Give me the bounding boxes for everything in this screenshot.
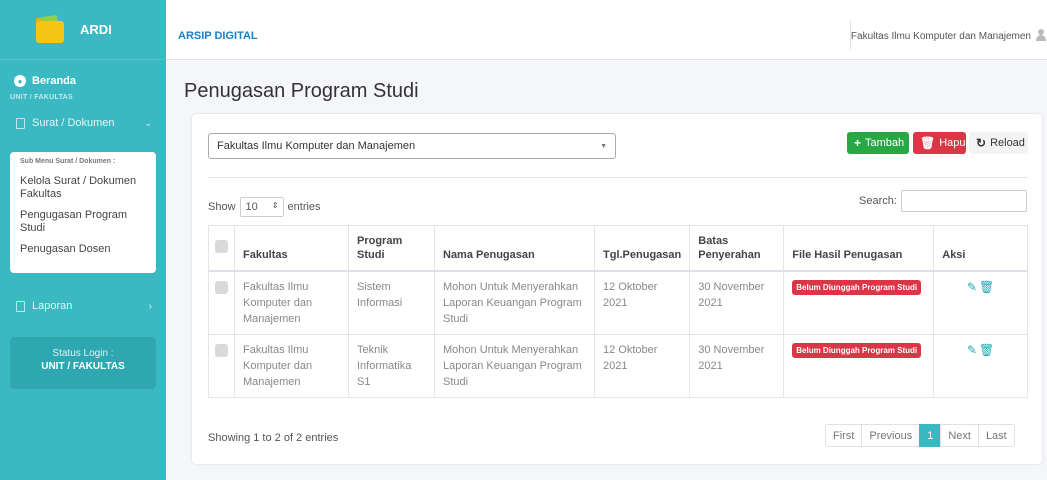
plus-icon: + xyxy=(854,136,862,150)
cell-aksi: ✎ 🗑 xyxy=(933,334,1028,398)
hapus-label: Hapus xyxy=(939,137,972,149)
hapus-button[interactable]: 🗑 Hapus xyxy=(913,132,971,154)
cell-tgl: 12 Oktober 2021 xyxy=(594,271,691,335)
row-select-cell[interactable] xyxy=(208,271,235,335)
document-icon xyxy=(14,117,26,129)
cell-fakultas: Fakultas Ilmu Komputer dan Manajemen xyxy=(234,271,349,335)
divider xyxy=(208,177,1028,178)
status-badge: Belum Diunggah Program Studi xyxy=(792,343,922,358)
dashboard-icon: ● xyxy=(14,75,26,87)
sidebar-section-label: UNIT / FAKULTAS xyxy=(10,94,73,101)
length-select[interactable]: 10 ⇕ xyxy=(239,197,284,217)
table-header-row: Fakultas Program Studi Nama Penugasan Tg… xyxy=(208,225,1028,272)
submenu-title: Sub Menu Surat / Dokumen : xyxy=(20,158,116,165)
table-row: Fakultas Ilmu Komputer dan Manajemen Tek… xyxy=(208,334,1028,398)
submenu-item-kelola-surat[interactable]: Kelola Surat / Dokumen Fakultas xyxy=(10,171,156,205)
column-header[interactable]: Nama Penugasan xyxy=(434,225,595,272)
pagination-page-1[interactable]: 1 xyxy=(919,424,942,447)
sidebar-item-label: Surat / Dokumen xyxy=(32,117,115,129)
sort-arrows-icon: ⇕ xyxy=(271,201,279,210)
page-title: Penugasan Program Studi xyxy=(184,80,419,102)
column-header[interactable]: File Hasil Penugasan xyxy=(783,225,935,272)
status-value: UNIT / FAKULTAS xyxy=(41,361,125,372)
topbar: ARSIP DIGITAL Fakultas Ilmu Komputer dan… xyxy=(166,0,1047,60)
brand[interactable]: ARDI xyxy=(0,0,166,60)
entries-label: entries xyxy=(287,201,321,213)
app-title: ARSIP DIGITAL xyxy=(178,30,258,42)
select-all-header[interactable] xyxy=(208,225,235,272)
cell-prodi: Sistem Informasi xyxy=(348,271,435,335)
search-input[interactable] xyxy=(900,190,1027,212)
edit-icon[interactable]: ✎ xyxy=(967,342,977,358)
document-icon xyxy=(14,300,26,312)
show-label: Show xyxy=(208,201,236,213)
fakultas-select-value: Fakultas Ilmu Komputer dan Manajemen xyxy=(217,140,416,152)
sidebar-item-surat-dokumen[interactable]: Surat / Dokumen ⌄ xyxy=(0,110,166,136)
table-row: Fakultas Ilmu Komputer dan Manajemen Sis… xyxy=(208,271,1028,335)
cell-fakultas: Fakultas Ilmu Komputer dan Manajemen xyxy=(234,334,349,398)
checkbox[interactable] xyxy=(215,239,228,253)
column-header[interactable]: Program Studi xyxy=(348,225,435,272)
cell-file: Belum Diunggah Program Studi xyxy=(783,334,935,398)
checkbox[interactable] xyxy=(215,344,228,357)
folder-logo-icon xyxy=(34,14,66,45)
edit-icon[interactable]: ✎ xyxy=(967,279,977,295)
trash-icon[interactable]: 🗑 xyxy=(979,342,994,358)
refresh-icon: ↻ xyxy=(976,136,987,150)
length-value: 10 xyxy=(245,201,258,213)
pagination-last[interactable]: Last xyxy=(977,424,1015,447)
search-control: Search: xyxy=(859,190,1027,212)
sidebar: ARDI ● Beranda UNIT / FAKULTAS Surat / D… xyxy=(0,0,166,480)
status-label: Status Login : xyxy=(52,348,114,359)
status-badge: Belum Diunggah Program Studi xyxy=(792,280,922,295)
cell-prodi: Teknik Informatika S1 xyxy=(348,334,435,398)
search-label: Search: xyxy=(859,195,897,207)
submenu-surat-dokumen: Sub Menu Surat / Dokumen : Kelola Surat … xyxy=(10,152,156,273)
content-card: Fakultas Ilmu Komputer dan Manajemen ▼ +… xyxy=(192,114,1042,464)
cell-batas: 30 November 2021 xyxy=(689,271,785,335)
fakultas-select[interactable]: Fakultas Ilmu Komputer dan Manajemen ▼ xyxy=(208,133,616,159)
cell-nama: Mohon Untuk Menyerahkan Laporan Keuangan… xyxy=(434,271,595,335)
submenu-item-penugasan-prodi[interactable]: Pengugasan Program Studi xyxy=(10,205,156,239)
pagination-next[interactable]: Next xyxy=(940,424,979,447)
chevron-down-icon: ⌄ xyxy=(144,117,152,128)
column-header[interactable]: Batas Penyerahan xyxy=(689,225,785,272)
length-control: Show 10 ⇕ entries xyxy=(208,197,321,217)
brand-name: ARDI xyxy=(80,22,112,37)
column-header[interactable]: Fakultas xyxy=(234,225,349,272)
trash-icon: 🗑 xyxy=(920,136,936,150)
user-icon[interactable] xyxy=(1035,29,1047,41)
tambah-label: Tambah xyxy=(865,137,905,149)
penugasan-table: Fakultas Program Studi Nama Penugasan Tg… xyxy=(208,225,1028,398)
pagination-previous[interactable]: Previous xyxy=(861,424,921,447)
cell-file: Belum Diunggah Program Studi xyxy=(783,271,935,335)
sidebar-item-label: Beranda xyxy=(32,75,77,87)
sidebar-item-beranda[interactable]: ● Beranda xyxy=(0,70,166,92)
submenu-item-penugasan-dosen[interactable]: Penugasan Dosen xyxy=(10,239,156,260)
chevron-right-icon: › xyxy=(148,300,152,312)
pagination-first[interactable]: First xyxy=(825,424,863,447)
cell-tgl: 12 Oktober 2021 xyxy=(594,334,691,398)
trash-icon[interactable]: 🗑 xyxy=(979,279,994,295)
reload-button[interactable]: ↻ Reload xyxy=(969,132,1028,154)
column-header[interactable]: Tgl.Penugasan xyxy=(594,225,691,272)
cell-batas: 30 November 2021 xyxy=(689,334,785,398)
cell-nama: Mohon Untuk Menyerahkan Laporan Keuangan… xyxy=(434,334,595,398)
sidebar-item-label: Laporan xyxy=(32,300,73,312)
pagination: First Previous 1 Next Last xyxy=(825,424,1015,447)
checkbox[interactable] xyxy=(215,281,228,294)
cell-aksi: ✎ 🗑 xyxy=(933,271,1028,335)
user-name[interactable]: Fakultas Ilmu Komputer dan Manajemen xyxy=(851,31,1031,42)
column-header: Aksi xyxy=(933,225,1028,272)
caret-down-icon: ▼ xyxy=(600,143,607,150)
tambah-button[interactable]: + Tambah xyxy=(847,132,909,154)
reload-label: Reload xyxy=(990,137,1025,149)
sidebar-item-laporan[interactable]: Laporan › xyxy=(0,296,166,316)
table-info: Showing 1 to 2 of 2 entries xyxy=(208,432,339,444)
login-status-box: Status Login : UNIT / FAKULTAS xyxy=(10,337,156,389)
row-select-cell[interactable] xyxy=(208,334,235,398)
